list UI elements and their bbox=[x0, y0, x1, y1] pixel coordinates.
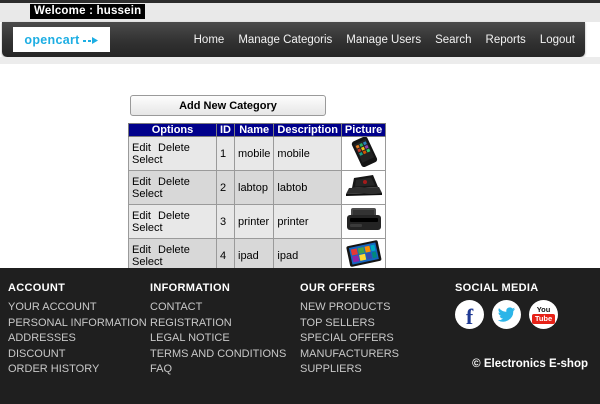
table-row: Edit Delete Select 2 labtop labtob bbox=[129, 171, 386, 205]
picture-cell bbox=[341, 137, 385, 171]
delete-link[interactable]: Delete bbox=[158, 142, 190, 154]
opencart-logo[interactable]: opencart bbox=[13, 27, 110, 52]
id-cell: 2 bbox=[217, 171, 235, 205]
facebook-icon[interactable]: f bbox=[455, 300, 484, 329]
table-row: Edit Delete Select 1 mobile mobile bbox=[129, 137, 386, 171]
delete-link[interactable]: Delete bbox=[158, 244, 190, 256]
picture-cell bbox=[341, 205, 385, 239]
options-cell: Edit Delete Select bbox=[129, 205, 217, 239]
picture-cell bbox=[341, 171, 385, 205]
footer-heading-account: ACCOUNT bbox=[8, 282, 147, 294]
footer-link[interactable]: YOUR ACCOUNT bbox=[8, 300, 147, 316]
nav-item-logout[interactable]: Logout bbox=[540, 34, 575, 46]
nav-item-manage-users[interactable]: Manage Users bbox=[346, 34, 421, 46]
column-header-name: Name bbox=[235, 124, 274, 137]
social-icons-row: f You Tube bbox=[455, 300, 558, 329]
laptop-photo bbox=[344, 171, 384, 201]
footer-link[interactable]: SPECIAL OFFERS bbox=[300, 331, 399, 347]
add-new-category-button[interactable]: Add New Category bbox=[130, 95, 326, 116]
options-cell: Edit Delete Select bbox=[129, 171, 217, 205]
footer-link[interactable]: DISCOUNT bbox=[8, 347, 147, 363]
name-cell: mobile bbox=[235, 137, 274, 171]
column-header-picture: Picture bbox=[341, 124, 385, 137]
column-header-description: Description bbox=[274, 124, 342, 137]
nav-item-home[interactable]: Home bbox=[194, 34, 225, 46]
facebook-f-glyph: f bbox=[466, 306, 473, 328]
footer-link[interactable]: NEW PRODUCTS bbox=[300, 300, 399, 316]
table-header-row: Options ID Name Description Picture bbox=[129, 124, 386, 137]
footer-link[interactable]: PERSONAL INFORMATION bbox=[8, 316, 147, 332]
nav-menu: Home Manage Categoris Manage Users Searc… bbox=[194, 34, 585, 46]
nav-item-search[interactable]: Search bbox=[435, 34, 471, 46]
edit-link[interactable]: Edit bbox=[132, 142, 151, 154]
column-header-id: ID bbox=[217, 124, 235, 137]
page-footer: ACCOUNT YOUR ACCOUNT PERSONAL INFORMATIO… bbox=[0, 268, 600, 404]
tablet-photo bbox=[344, 239, 384, 269]
footer-heading-our-offers: OUR OFFERS bbox=[300, 282, 399, 294]
footer-heading-information: INFORMATION bbox=[150, 282, 286, 294]
select-link[interactable]: Select bbox=[132, 256, 163, 268]
footer-link[interactable]: ORDER HISTORY bbox=[8, 362, 147, 378]
welcome-bar: Welcome : hussein bbox=[0, 3, 600, 22]
mobile-phone-photo bbox=[344, 137, 384, 167]
description-cell: printer bbox=[274, 205, 342, 239]
edit-link[interactable]: Edit bbox=[132, 210, 151, 222]
footer-link[interactable]: CONTACT bbox=[150, 300, 286, 316]
footer-link[interactable]: TOP SELLERS bbox=[300, 316, 399, 332]
footer-heading-social-media: SOCIAL MEDIA bbox=[455, 282, 558, 294]
id-cell: 1 bbox=[217, 137, 235, 171]
select-link[interactable]: Select bbox=[132, 188, 163, 200]
footer-link[interactable]: LEGAL NOTICE bbox=[150, 331, 286, 347]
description-cell: labtob bbox=[274, 171, 342, 205]
youtube-icon[interactable]: You Tube bbox=[529, 300, 558, 329]
under-nav-strip bbox=[0, 57, 600, 64]
footer-column-information: INFORMATION CONTACT REGISTRATION LEGAL N… bbox=[150, 282, 286, 378]
opencart-logo-text: opencart bbox=[24, 33, 79, 47]
description-cell: mobile bbox=[274, 137, 342, 171]
name-cell: printer bbox=[235, 205, 274, 239]
youtube-tube-text: Tube bbox=[532, 314, 555, 324]
footer-link[interactable]: REGISTRATION bbox=[150, 316, 286, 332]
select-link[interactable]: Select bbox=[132, 154, 163, 166]
name-cell: labtop bbox=[235, 171, 274, 205]
twitter-bird-glyph bbox=[497, 307, 516, 323]
delete-link[interactable]: Delete bbox=[158, 210, 190, 222]
table-row: Edit Delete Select 3 printer printer bbox=[129, 205, 386, 239]
options-cell: Edit Delete Select bbox=[129, 137, 217, 171]
footer-link[interactable]: ADDRESSES bbox=[8, 331, 147, 347]
footer-links-account: YOUR ACCOUNT PERSONAL INFORMATION ADDRES… bbox=[8, 300, 147, 378]
opencart-arrow-icon bbox=[83, 35, 99, 45]
id-cell: 3 bbox=[217, 205, 235, 239]
footer-link[interactable]: SUPPLIERS bbox=[300, 362, 399, 378]
edit-link[interactable]: Edit bbox=[132, 244, 151, 256]
main-navbar: opencart Home Manage Categoris Manage Us… bbox=[2, 22, 585, 57]
select-link[interactable]: Select bbox=[132, 222, 163, 234]
nav-item-reports[interactable]: Reports bbox=[486, 34, 526, 46]
footer-links-our-offers: NEW PRODUCTS TOP SELLERS SPECIAL OFFERS … bbox=[300, 300, 399, 378]
footer-column-social-media: SOCIAL MEDIA f You Tube bbox=[455, 282, 558, 329]
column-header-options: Options bbox=[129, 124, 217, 137]
footer-links-information: CONTACT REGISTRATION LEGAL NOTICE TERMS … bbox=[150, 300, 286, 378]
youtube-logo: You Tube bbox=[532, 306, 555, 324]
printer-photo bbox=[344, 205, 384, 235]
welcome-message: Welcome : hussein bbox=[30, 4, 145, 19]
copyright-text: © Electronics E-shop bbox=[472, 358, 588, 370]
footer-link[interactable]: MANUFACTURERS bbox=[300, 347, 399, 363]
footer-link[interactable]: FAQ bbox=[150, 362, 286, 378]
main-content: Add New Category Options ID Name Descrip… bbox=[0, 64, 600, 268]
footer-column-account: ACCOUNT YOUR ACCOUNT PERSONAL INFORMATIO… bbox=[8, 282, 147, 378]
twitter-icon[interactable] bbox=[492, 300, 521, 329]
edit-link[interactable]: Edit bbox=[132, 176, 151, 188]
youtube-you-text: You bbox=[537, 306, 551, 314]
nav-item-manage-categories[interactable]: Manage Categoris bbox=[238, 34, 332, 46]
footer-column-our-offers: OUR OFFERS NEW PRODUCTS TOP SELLERS SPEC… bbox=[300, 282, 399, 378]
delete-link[interactable]: Delete bbox=[158, 176, 190, 188]
footer-link[interactable]: TERMS AND CONDITIONS bbox=[150, 347, 286, 363]
categories-table: Options ID Name Description Picture Edit… bbox=[128, 123, 386, 273]
